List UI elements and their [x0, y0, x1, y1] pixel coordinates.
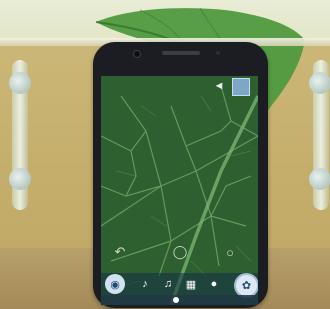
smartphone: ◄ ↶ ◯ ○ ◉ ♪ ♫ ▦ ● ✿ [93, 42, 268, 308]
thumbnail-icon[interactable] [232, 78, 250, 96]
focus-icon[interactable]: ◯ [171, 243, 189, 261]
mic-icon[interactable]: ♪ [136, 275, 154, 293]
magnified-leaf-veins [101, 76, 258, 305]
speaker-icon[interactable]: ◄ [212, 79, 226, 93]
proximity-sensor [216, 51, 220, 55]
zoom-icon[interactable]: ○ [221, 243, 239, 261]
support-post-cap-left [9, 72, 31, 94]
flip-icon[interactable]: ↶ [111, 243, 129, 261]
phone-screen: ◄ ↶ ◯ ○ ◉ ♪ ♫ ▦ ● ✿ [101, 76, 258, 305]
camera-icon[interactable]: ◉ [105, 274, 125, 294]
earpiece-speaker [162, 51, 200, 55]
photo-scene: ◄ ↶ ◯ ○ ◉ ♪ ♫ ▦ ● ✿ [0, 0, 330, 309]
bottom-status-bar [101, 295, 258, 305]
gallery-icon[interactable]: ▦ [182, 275, 200, 293]
support-post-base-right [309, 168, 330, 190]
light-icon[interactable]: ● [205, 275, 223, 293]
support-post-cap-right [309, 72, 330, 94]
page-indicator [173, 297, 179, 303]
music-icon[interactable]: ♫ [159, 275, 177, 293]
support-post-base-left [9, 168, 31, 190]
front-camera [133, 50, 141, 58]
